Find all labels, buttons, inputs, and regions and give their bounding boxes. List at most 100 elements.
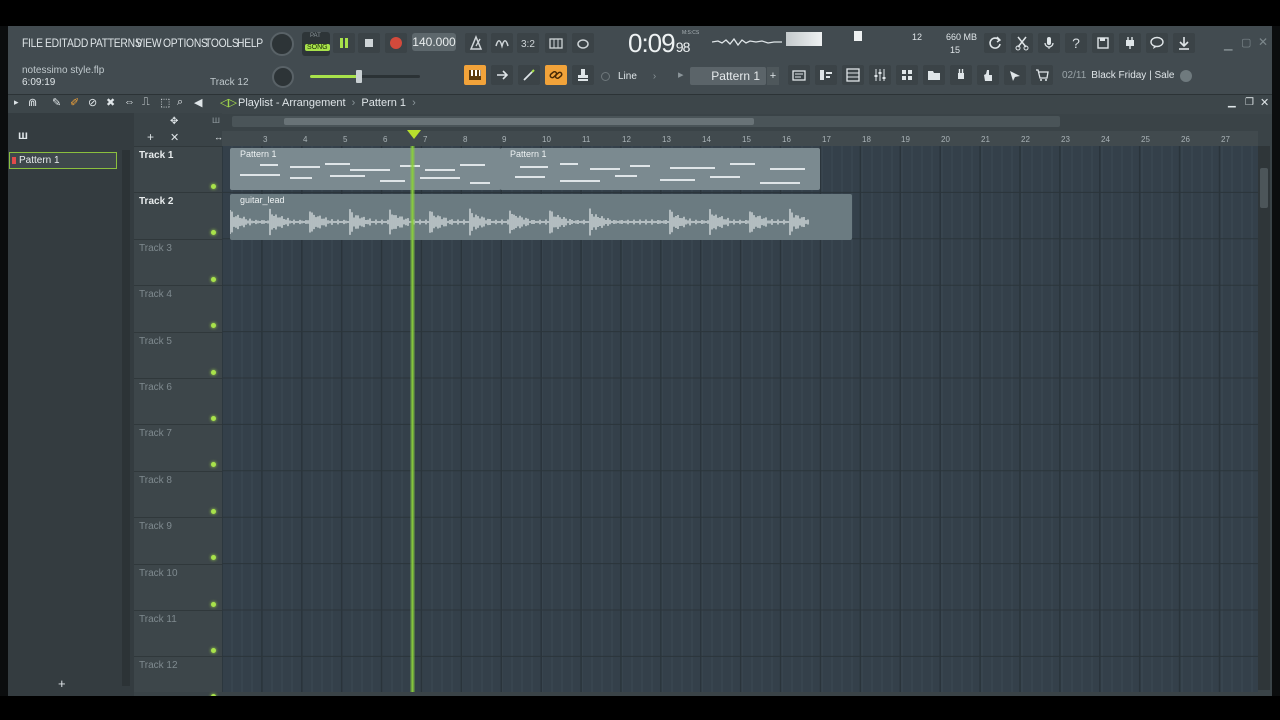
recording-button[interactable] (1038, 33, 1060, 53)
plugin-picker-button[interactable] (950, 65, 972, 85)
master-pitch-knob[interactable] (272, 66, 294, 88)
track-enable-led[interactable] (211, 277, 216, 282)
track-enable-led[interactable] (211, 184, 216, 189)
menu-file[interactable]: FILE (22, 36, 43, 50)
pattern-prev-icon[interactable]: ▸ (678, 68, 684, 81)
magnet-snap-icon[interactable]: ⋒ (28, 96, 37, 109)
track-enable-led[interactable] (211, 648, 216, 653)
cpu-meter (854, 31, 862, 41)
wait-input-button[interactable] (491, 33, 513, 53)
mute-tool-icon[interactable]: ✖ (106, 96, 115, 109)
app-minimize-icon[interactable]: ▁ (1224, 38, 1232, 51)
playlist-close-icon[interactable]: ✕ (1260, 96, 1269, 109)
link-button[interactable] (545, 65, 567, 85)
track-label: Track 10 (139, 568, 178, 579)
news-ticker[interactable]: 02/11 Black Friday | Sale (1062, 70, 1174, 81)
add-pattern-button[interactable]: + (767, 67, 779, 85)
track-enable-led[interactable] (211, 230, 216, 235)
playlist-restore-icon[interactable]: ❐ (1245, 97, 1254, 108)
metronome-button[interactable] (465, 33, 487, 53)
ruler-tick: 6 (383, 135, 388, 144)
scrollbar-thumb[interactable] (284, 118, 754, 125)
play-pause-button[interactable] (333, 33, 355, 53)
playhead-marker[interactable] (407, 130, 421, 139)
piano-mini-icon[interactable]: ш (212, 115, 220, 126)
picker-item-pattern-1[interactable]: Pattern 1 (9, 152, 117, 169)
picker-scrollbar[interactable] (122, 150, 130, 686)
snap-selector[interactable]: Line › (612, 68, 670, 84)
song-position-clock[interactable]: 0:09 98 (628, 28, 690, 59)
track-enable-led[interactable] (211, 462, 216, 467)
app-close-icon[interactable]: ✕ (1258, 35, 1268, 49)
track-enable-led[interactable] (211, 509, 216, 514)
playlist-menu-arrow-icon[interactable]: ▸ (14, 97, 19, 108)
cut-tools-button[interactable] (1011, 33, 1033, 53)
move-icon[interactable]: ✥ (170, 116, 178, 127)
stamp-button[interactable] (572, 65, 594, 85)
loop-record-button[interactable] (572, 33, 594, 53)
menu-patterns[interactable]: PATTERNS (90, 36, 142, 50)
pat-song-switch[interactable]: PAT SONG (302, 32, 330, 56)
stop-button[interactable] (358, 33, 380, 53)
menu-edit[interactable]: EDIT (45, 36, 68, 50)
track-enable-led[interactable] (211, 370, 216, 375)
paint-tool-icon[interactable]: ✐ (70, 96, 79, 109)
playlist-button[interactable] (788, 65, 810, 85)
menu-tools[interactable]: TOOLS (205, 36, 239, 50)
horizontal-scrollbar[interactable] (232, 116, 1060, 127)
slip-tool-icon[interactable]: ⇔ (124, 96, 135, 108)
vertical-scrollbar[interactable] (1258, 146, 1270, 690)
shop-button[interactable] (1031, 65, 1053, 85)
slice-tool-icon[interactable]: ⎍ (142, 96, 150, 109)
track-enable-led[interactable] (211, 323, 216, 328)
add-track-icon[interactable]: + (147, 130, 154, 144)
track-enable-led[interactable] (211, 602, 216, 607)
pattern-selector[interactable]: Pattern 1 (690, 67, 766, 85)
record-button[interactable] (385, 33, 407, 53)
draw-tool-icon[interactable]: ✎ (52, 96, 61, 109)
step-edit-button[interactable] (545, 33, 567, 53)
menu-options[interactable]: OPTIONS (163, 36, 208, 50)
add-pattern-plus-icon[interactable]: + (58, 676, 66, 691)
chat-button[interactable] (1146, 33, 1168, 53)
globe-icon[interactable] (1180, 70, 1192, 82)
playlist-minimize-icon[interactable]: ▁ (1228, 97, 1236, 108)
help-button[interactable]: ? (1065, 33, 1087, 53)
channel-rack-button[interactable] (842, 65, 864, 85)
pencil-mode-button[interactable] (518, 65, 540, 85)
tempo-tapper-button[interactable] (1004, 65, 1026, 85)
pattern-clip[interactable]: Pattern 1 (500, 148, 820, 190)
arrow-tool-button[interactable] (491, 65, 513, 85)
vertical-scrollbar-thumb[interactable] (1260, 168, 1268, 208)
select-tool-icon[interactable]: ⬚ (160, 96, 170, 109)
zoom-tool-icon[interactable]: ⌕ (177, 96, 183, 109)
undo-history-button[interactable] (984, 33, 1006, 53)
pattern-clip[interactable]: Pattern 1 (230, 148, 501, 190)
menu-help[interactable]: HELP (237, 36, 263, 50)
menu-add[interactable]: ADD (67, 36, 88, 50)
playlist-arrows-icon[interactable]: ◁▷ (220, 96, 237, 109)
save-button[interactable] (1092, 33, 1114, 53)
track-enable-led[interactable] (211, 555, 216, 560)
touch-keyboard-button[interactable] (977, 65, 999, 85)
channel-settings-button[interactable] (896, 65, 918, 85)
delete-tool-icon[interactable]: ⊘ (88, 96, 97, 109)
mixer-button[interactable] (869, 65, 891, 85)
audio-clip[interactable]: guitar_lead (230, 194, 852, 240)
master-volume-knob[interactable] (270, 32, 294, 56)
piano-roll-snap-button[interactable] (464, 65, 486, 85)
plugin-button[interactable] (1119, 33, 1141, 53)
app-maximize-icon[interactable]: ▢ (1241, 36, 1251, 49)
download-button[interactable] (1173, 33, 1195, 53)
track-enable-led[interactable] (211, 416, 216, 421)
volume-handle[interactable] (356, 70, 362, 83)
playback-tool-icon[interactable]: ◀ (194, 96, 202, 109)
clear-icon[interactable]: ✕ (170, 131, 179, 144)
picker-piano-icon[interactable]: ш (18, 128, 28, 142)
piano-roll-button[interactable] (815, 65, 837, 85)
menu-view[interactable]: VIEW (136, 36, 162, 50)
tempo-display[interactable]: 140.000 (412, 33, 456, 51)
browser-button[interactable] (923, 65, 945, 85)
master-volume-slider[interactable] (310, 70, 420, 83)
countdown-button[interactable]: 3:2 (517, 33, 539, 53)
